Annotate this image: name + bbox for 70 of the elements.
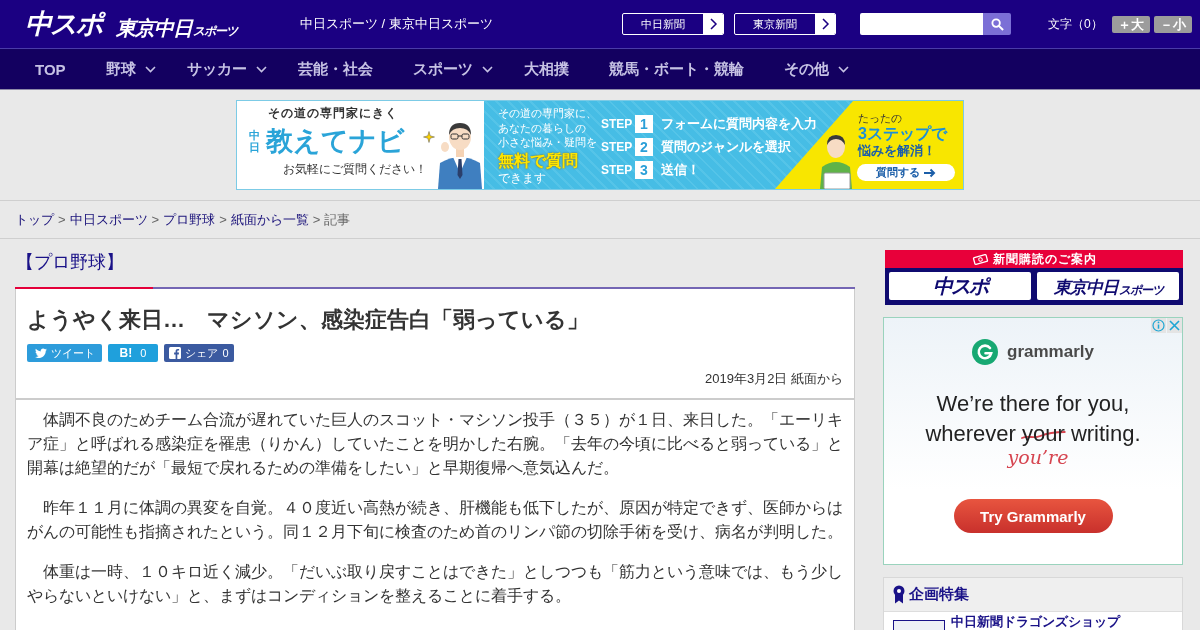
search-icon [990,17,1004,31]
breadcrumb-current: 記事 [324,210,351,229]
ticket-icon [971,252,989,266]
thumbnail-image[interactable] [893,620,945,630]
ribbon-icon [893,585,905,604]
subscription-title: 新聞購読のご案内 [992,250,1097,268]
nav-item[interactable]: その他 [763,49,860,89]
article-paragraph: 昨年１１月に体調の異変を自覚。４０度近い高熱が続き、肝機能も低下したが、原因が特定できず、医師からはがんの可能性も指摘されたという。同１２月下旬に検査のため首のリンパ節の切除手術を受け、病名が判明した。 [27,498,843,542]
article-date: 2019年3月2日 紙面から [704,371,843,387]
breadcrumb-link[interactable]: 中日スポーツ [69,210,148,229]
share-button[interactable]: シェア 0 [164,344,234,362]
breadcrumb-separator: > [58,212,66,227]
article-paragraph: 体重は一時、１０キロ近く減少。「だいぶ取り戻すことはできた」としつつも「筋力という意味では、もう少しやらないといけない」と、まずはコンディションを整えることに着手する。 [27,562,843,606]
sparkle-icon [423,131,435,143]
step-label: STEP [601,139,633,154]
chevron-right-icon [815,14,835,34]
ad-note: お気軽にご質問ください！ [283,162,427,176]
close-icon[interactable] [1167,318,1182,333]
nav-item[interactable]: 芸能・社会 [277,49,393,89]
article-title: ようやく来日… マシソン、感染症告白「弱っている」 [27,306,590,334]
ad-brand-name: grammarly [1007,342,1094,362]
nav-item[interactable]: 野球 [85,49,167,89]
newspaper-link[interactable]: 中日新聞 [622,13,724,35]
text-size-label: 文字（0） [1048,15,1103,33]
nav-item[interactable]: サッカー [166,49,278,89]
breadcrumb-link[interactable]: プロ野球 [163,210,216,229]
step-label: STEP [601,162,633,177]
chevron-right-icon [703,14,723,34]
logo-icon [972,339,999,365]
article-paragraph: 体調不良のためチーム合流が遅れていた巨人のスコット・マシソン投手（３５）が１日、来日した。「エーリキア症」と呼ばれる感染症を罹患（りかん）していたことを明かした右腕。「去年の今頃に比べると弱っている」と開幕は絶望的だが「最短で戻れるための準備をしたい」と早期復帰へ意気込んだ。 [27,410,843,478]
ad-brand-prefix: 中日 [249,128,260,154]
step-text: フォームに質問内容を入力 [661,114,817,133]
newspaper-link[interactable]: 東京新聞 [734,13,836,35]
ad-brand: 教えてナビ [266,125,405,157]
breadcrumb-separator: > [219,212,227,227]
step-label: STEP [601,116,633,131]
ask-button[interactable]: 質問する [857,164,955,181]
feature-link[interactable]: 中日新聞ドラゴンズショップ [951,614,1120,629]
ad-kicker: たったの [858,112,902,125]
ad-correction: you’re [1007,446,1069,468]
nav-item[interactable]: TOP [15,49,86,89]
step-number: 3 [635,160,653,179]
info-icon[interactable] [1151,318,1166,333]
search-button[interactable] [983,13,1011,35]
site-logo[interactable]: 東京中日スポーツ [116,17,237,38]
arrow-right-icon [924,167,936,178]
feature-title: 企画特集 [909,585,969,604]
step-number: 1 [635,114,653,133]
site-tagline: 中日スポーツ / 東京中日スポーツ [300,15,494,33]
bird-icon [34,348,47,358]
nav-item[interactable]: スポーツ [392,49,504,89]
category-heading: 【プロ野球】 [16,251,124,274]
breadcrumb-link[interactable]: トップ [15,210,54,229]
search-field[interactable] [860,13,983,35]
facebook-icon [169,347,182,359]
breadcrumb-link[interactable]: 紙面から一覧 [230,210,309,229]
ad-headline: 3ステップで [858,125,947,143]
step-text: 質問のジャンルを選択 [661,137,791,156]
try-button[interactable]: Try Grammarly [953,499,1113,533]
ad-subline: 悩みを解消！ [858,143,936,158]
step-number: 2 [635,137,653,156]
newspaper-logo-link[interactable]: 中スポ [889,272,1031,300]
newspaper-logo-link[interactable]: 東京中日スポーツ [1037,272,1179,300]
ad-copy: その道の専門家に、 あなたの暮らしの 小さな悩み・疑問を 無料で質問 できます [498,106,598,187]
step-text: 送信！ [661,160,700,179]
nav-item[interactable]: 競馬・ボート・競輪 [588,49,764,89]
ad-tagline: その道の専門家にきく [268,106,399,121]
breadcrumb-separator: > [312,212,321,227]
nav-item[interactable]: 大相撲 [503,49,589,89]
breadcrumb-separator: > [151,212,160,227]
